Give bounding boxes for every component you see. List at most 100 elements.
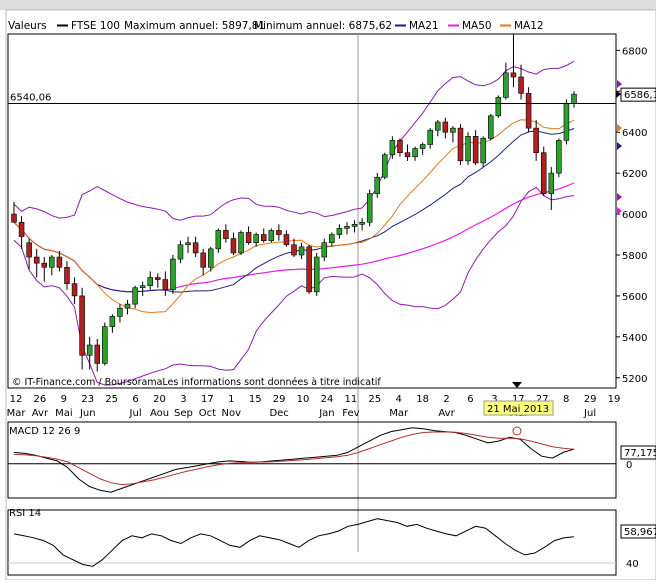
candle-body bbox=[94, 344, 101, 364]
cursor-date-label: 21 Mai 2013 bbox=[487, 404, 549, 415]
candle-body bbox=[366, 193, 373, 223]
candle-body bbox=[495, 97, 502, 117]
x-tick-month: Mai bbox=[55, 408, 73, 419]
header-ma12: MA12 bbox=[514, 20, 544, 32]
header-min: Minimum annuel: 6875,62 bbox=[254, 20, 392, 32]
x-tick-day: 19 bbox=[608, 394, 621, 405]
x-tick-month: Jul bbox=[583, 408, 596, 419]
candle-body bbox=[260, 234, 267, 241]
candle-body bbox=[435, 121, 441, 131]
candle-body bbox=[306, 246, 312, 293]
candle-body bbox=[518, 76, 524, 94]
x-tick-day: 24 bbox=[321, 394, 334, 405]
header-ma21: MA21 bbox=[409, 20, 439, 32]
x-tick-day: 15 bbox=[249, 394, 262, 405]
x-tick-month: Mar bbox=[389, 408, 409, 419]
x-tick-day: 1 bbox=[228, 394, 234, 405]
candle-body bbox=[329, 234, 335, 244]
candle-body bbox=[41, 262, 48, 268]
x-tick-month: Jul bbox=[129, 408, 142, 419]
candle-body bbox=[245, 232, 252, 244]
x-tick-day: 6 bbox=[467, 394, 473, 405]
candle-body bbox=[79, 295, 85, 356]
macd-title: MACD 12 26 9 bbox=[9, 426, 80, 437]
candle-body bbox=[223, 230, 229, 239]
y-tick-label: 5600 bbox=[622, 292, 647, 303]
candle-body bbox=[404, 152, 411, 158]
candle-body bbox=[117, 307, 123, 317]
candle-body bbox=[510, 72, 517, 78]
candle-body bbox=[33, 256, 40, 264]
x-tick-day: 6 bbox=[132, 394, 138, 405]
candle-body bbox=[397, 140, 403, 153]
x-tick-day: 18 bbox=[416, 394, 429, 405]
x-tick-day: 10 bbox=[297, 394, 310, 405]
x-tick-day: 11 bbox=[345, 394, 358, 405]
x-tick-month: Avr bbox=[32, 408, 49, 419]
x-tick-day: 17 bbox=[201, 394, 214, 405]
candle-body bbox=[192, 242, 199, 254]
reference-hline-label: 6540,06 bbox=[10, 93, 51, 104]
candle-body bbox=[412, 148, 418, 158]
top-strip bbox=[0, 0, 656, 10]
candle-body bbox=[487, 115, 494, 139]
candle-body bbox=[382, 154, 388, 178]
candle-body bbox=[533, 127, 539, 153]
candle-body bbox=[200, 252, 206, 268]
header-instrument: FTSE 100 bbox=[71, 20, 120, 32]
ftse-100-chart-panel: Valeurs FTSE 100 Maximum annuel: 5897,81… bbox=[0, 0, 656, 581]
rsi-value-label: 58,967 bbox=[624, 527, 656, 538]
candle-body bbox=[49, 256, 55, 268]
candle-body bbox=[283, 234, 290, 246]
candle-body bbox=[276, 230, 282, 235]
candle-body bbox=[162, 279, 169, 291]
x-tick-month: Aou bbox=[150, 408, 169, 419]
x-tick-day: 26 bbox=[34, 394, 47, 405]
candle-body bbox=[11, 213, 17, 223]
candle-body bbox=[374, 176, 381, 194]
candle-body bbox=[427, 129, 433, 145]
candle-body bbox=[155, 277, 161, 280]
candle-body bbox=[389, 140, 396, 156]
chart-header: Valeurs FTSE 100 Maximum annuel: 5897,81… bbox=[8, 20, 544, 32]
macd-zero-tick: 0 bbox=[626, 460, 632, 471]
candle-body bbox=[359, 221, 365, 225]
candle-body bbox=[556, 140, 562, 174]
cursor-date: 21 Mai 2013 bbox=[483, 400, 554, 416]
x-tick-day: 3 bbox=[180, 394, 186, 405]
candle-body bbox=[321, 242, 328, 258]
candle-body bbox=[132, 287, 138, 305]
candle-body bbox=[56, 256, 63, 268]
candle-body bbox=[238, 232, 244, 254]
x-tick-month: Nov bbox=[222, 408, 242, 419]
candle-body bbox=[351, 224, 358, 227]
y-tick-label: 6000 bbox=[622, 210, 647, 221]
candle-body bbox=[503, 72, 509, 98]
candle-body bbox=[313, 256, 320, 293]
candle-body bbox=[71, 283, 78, 297]
candle-body bbox=[336, 228, 343, 235]
candle-body bbox=[571, 93, 577, 104]
candle-body bbox=[207, 248, 214, 268]
macd-value-label: 77,175 bbox=[624, 448, 656, 459]
candle-body bbox=[563, 103, 570, 141]
x-tick-day: 25 bbox=[368, 394, 381, 405]
copyright-text: © IT-Finance.com / BoursoramaLes informa… bbox=[12, 377, 381, 388]
x-tick-month: Oct bbox=[199, 408, 216, 419]
candle-body bbox=[230, 238, 237, 254]
candle-body bbox=[268, 230, 275, 241]
x-tick-day: 29 bbox=[584, 394, 597, 405]
y-tick-label: 5200 bbox=[622, 374, 647, 385]
candle-body bbox=[139, 285, 146, 289]
last-price-label: 6586,1 bbox=[624, 90, 656, 101]
header-title: Valeurs bbox=[8, 20, 47, 32]
candle-body bbox=[185, 242, 191, 246]
y-tick-label: 6800 bbox=[622, 46, 647, 57]
x-tick-month: Jun bbox=[79, 408, 96, 419]
chart-svg: Valeurs FTSE 100 Maximum annuel: 5897,81… bbox=[0, 0, 656, 581]
y-tick-label: 6200 bbox=[622, 169, 647, 180]
x-tick-day: 12 bbox=[10, 394, 23, 405]
candle-body bbox=[419, 144, 426, 149]
x-tick-month: Sep bbox=[174, 408, 193, 419]
candle-body bbox=[215, 230, 222, 250]
